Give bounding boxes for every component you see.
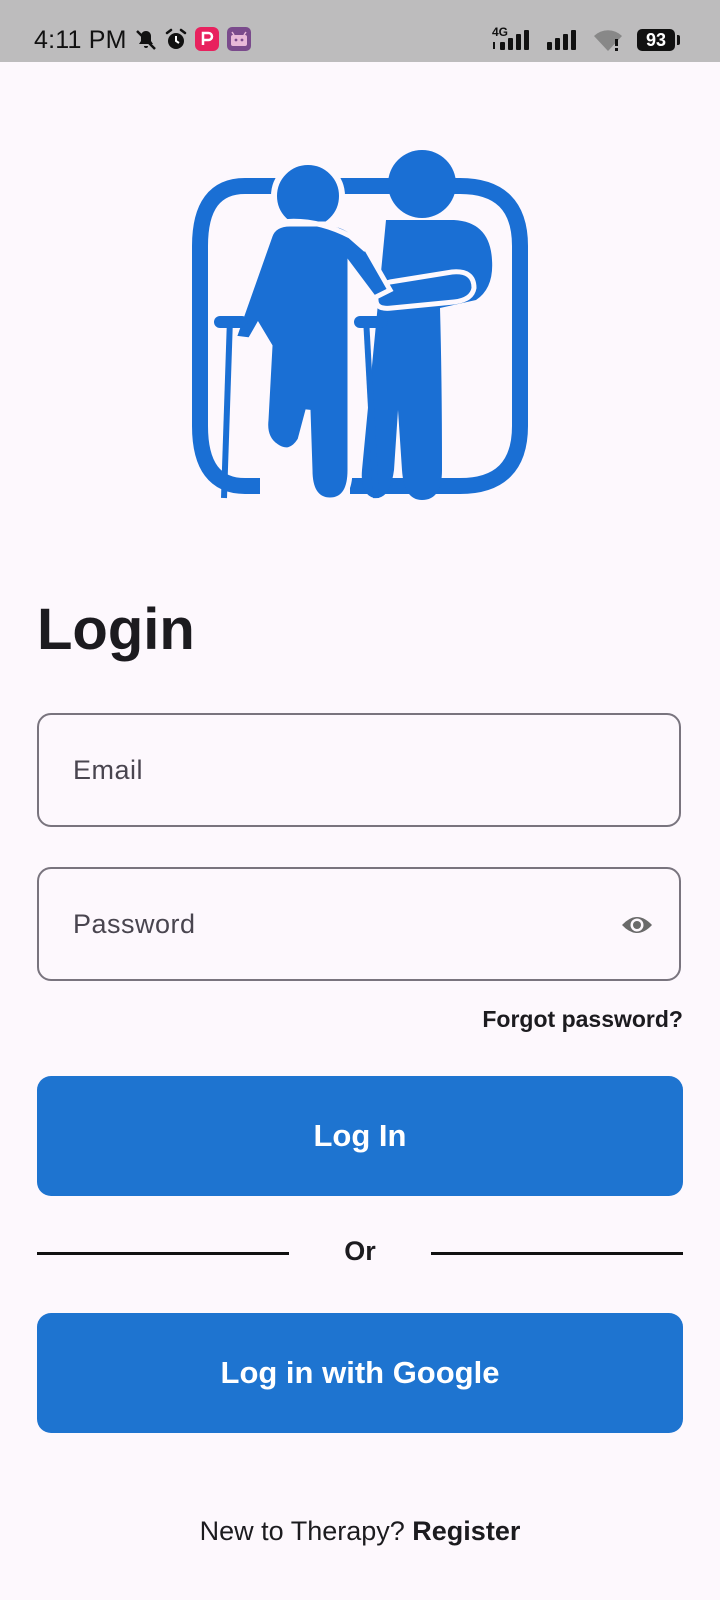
wifi-icon: [594, 30, 622, 51]
signal-icon: [493, 30, 529, 50]
google-login-button[interactable]: Log in with Google: [37, 1313, 683, 1433]
email-field[interactable]: [37, 713, 681, 827]
elderly-care-logo-icon: [192, 150, 528, 503]
status-time: 4:11 PM: [34, 26, 127, 54]
password-input[interactable]: [73, 869, 613, 979]
battery-tip: [677, 35, 680, 45]
login-button[interactable]: Log In: [37, 1076, 683, 1196]
divider-or-text: Or: [344, 1236, 376, 1266]
email-input[interactable]: [73, 715, 613, 825]
android-notification-icon: [227, 27, 251, 51]
battery-icon: 93: [637, 29, 675, 51]
signal-icon-2: [547, 30, 576, 50]
alarm-icon: [165, 28, 187, 49]
register-link[interactable]: Register: [412, 1516, 520, 1546]
divider-line-left: [37, 1252, 289, 1255]
status-bar: 4:11 PM 4G 93: [0, 0, 720, 62]
register-prompt: New to Therapy?: [199, 1516, 405, 1546]
password-field[interactable]: [37, 867, 681, 981]
app-notification-icon: [195, 27, 219, 51]
register-row: New to Therapy? Register: [0, 1516, 720, 1547]
mute-icon: [136, 30, 156, 50]
eye-icon[interactable]: [621, 911, 653, 939]
forgot-password-link[interactable]: Forgot password?: [482, 1006, 683, 1033]
divider-line-right: [431, 1252, 683, 1255]
page-title: Login: [37, 597, 195, 662]
